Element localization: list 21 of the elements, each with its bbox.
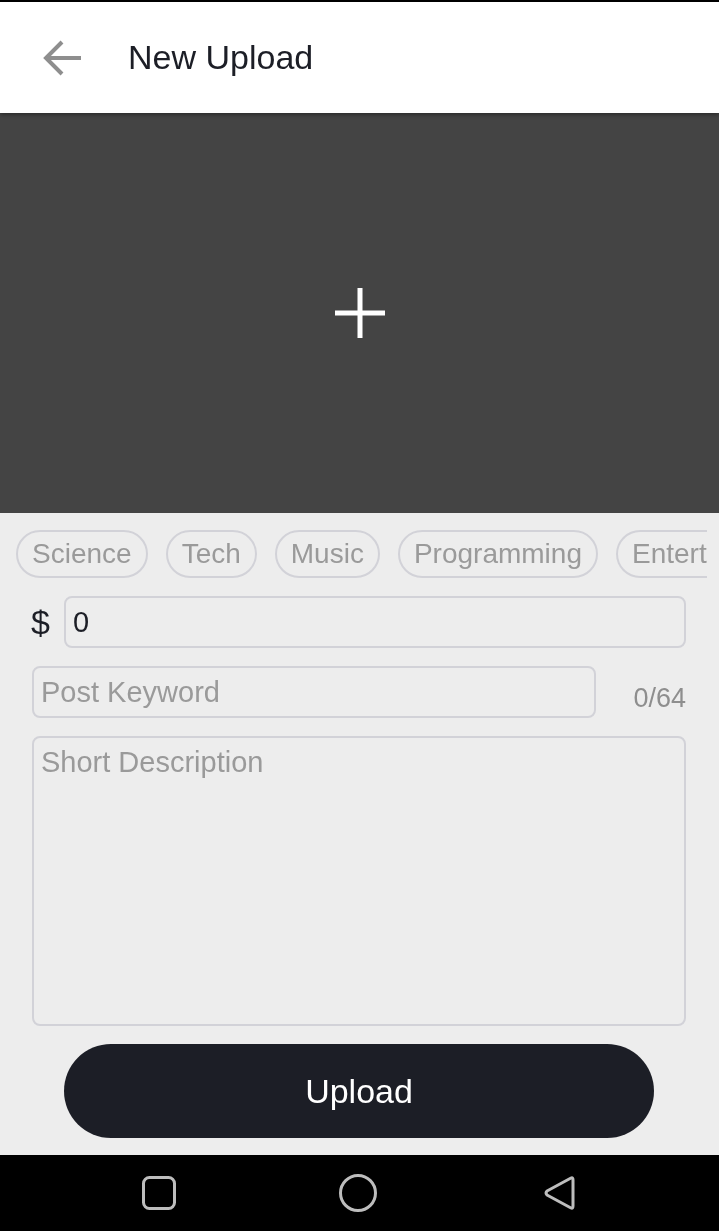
plus-icon	[334, 288, 385, 338]
back-arrow-icon	[43, 38, 83, 77]
triangle-icon	[543, 1175, 575, 1211]
category-chip[interactable]: Programming	[397, 530, 598, 578]
circle-icon	[339, 1174, 377, 1212]
category-chip[interactable]: Science	[16, 530, 148, 578]
home-button[interactable]	[339, 1174, 377, 1212]
back-nav-button[interactable]	[543, 1175, 575, 1211]
category-chip[interactable]: Music	[274, 530, 380, 578]
square-icon	[142, 1176, 176, 1210]
currency-symbol: $	[31, 602, 51, 642]
keyword-field[interactable]: Post Keyword	[32, 666, 596, 718]
price-field[interactable]: 0	[64, 596, 686, 648]
category-chip[interactable]: Tech	[165, 530, 257, 578]
recents-button[interactable]	[142, 1176, 176, 1210]
description-field[interactable]: Short Description	[32, 736, 686, 1026]
back-button[interactable]	[43, 38, 83, 77]
character-counter: 0/64	[633, 683, 686, 714]
upload-button[interactable]: Upload	[64, 1044, 654, 1138]
category-chip[interactable]: Entert	[615, 530, 707, 578]
screen-title: New Upload	[128, 37, 314, 78]
